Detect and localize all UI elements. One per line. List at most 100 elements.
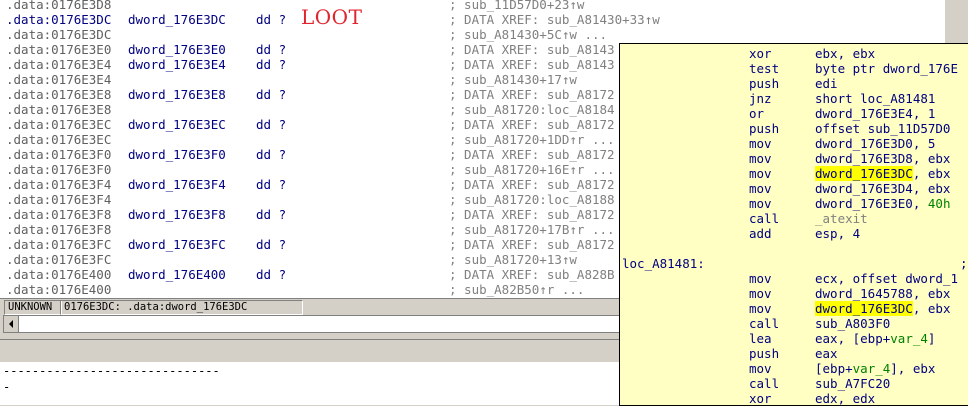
row-directive: dd ? [256, 12, 287, 27]
row-xref-comment[interactable]: ; sub_A81430+17↑w [449, 72, 577, 87]
row-address: .data:0176E3FC [6, 237, 112, 252]
row-label[interactable]: dword_176E3FC [128, 237, 226, 252]
row-label[interactable]: dword_176E3E8 [128, 87, 226, 102]
popup-operand: esp, 4 [815, 226, 860, 241]
operand-variable: var_4 [852, 361, 891, 376]
popup-line: mov [ebp+var_4], ebx [620, 361, 968, 376]
row-label[interactable]: dword_176E3DC [128, 12, 226, 27]
row-xref-comment[interactable]: ; sub_A81720+16E↑r ... [449, 162, 615, 177]
popup-mnemonic: mov [749, 181, 772, 196]
listing-row[interactable]: .data:0176E3DC dword_176E3DC dd ? ; DATA XR… [0, 12, 944, 27]
operand-text: eax [815, 346, 838, 361]
popup-line: mov dword_176E3D0, 5 [620, 136, 968, 151]
popup-line: call sub_A803F0 [620, 316, 968, 331]
popup-line: test byte ptr dword_176E [620, 61, 968, 76]
row-xref-comment[interactable]: ; sub_A81720+1DD↑r ... [449, 132, 615, 147]
row-xref-comment[interactable]: ; DATA XREF: sub_A8172 [449, 207, 615, 222]
popup-mnemonic: mov [749, 361, 772, 376]
operand-text: ebx, ebx [815, 46, 876, 61]
popup-operand: dword_176E3D0, 5 [815, 136, 935, 151]
row-xref-comment[interactable]: ; sub_A81430+5C↑w ... [449, 27, 607, 42]
operand-text: edi [815, 76, 838, 91]
popup-operand: dword_176E3DC, ebx [815, 166, 950, 181]
row-address: .data:0176E3F8 [6, 207, 112, 222]
operand-text: dword_1645788, ebx [815, 286, 951, 301]
row-xref-comment[interactable]: ; DATA XREF: sub_A81430+33↑w [449, 12, 660, 27]
row-label[interactable]: dword_176E3F4 [128, 177, 226, 192]
popup-operand: eax, [ebp+var_4] [815, 331, 935, 346]
popup-line: push edi [620, 76, 968, 91]
row-xref-comment[interactable]: ; DATA XREF: sub_A8172 [449, 147, 615, 162]
row-label[interactable]: dword_176E3EC [128, 117, 226, 132]
popup-mnemonic: test [749, 61, 780, 76]
popup-comment: ; C [960, 256, 968, 271]
popup-line: push eax [620, 346, 968, 361]
popup-operand: dword_176E3D8, ebx [815, 151, 950, 166]
row-xref-comment[interactable]: ; sub_11D57D0+23↑w [449, 0, 584, 12]
popup-operand: dword_1645788, ebx [815, 286, 950, 301]
row-address: .data:0176E3E8 [6, 87, 112, 102]
popup-mnemonic: call [749, 316, 780, 331]
popup-line: or dword_176E3E4, 1 [620, 106, 968, 121]
listing-row[interactable]: .data:0176E3D8 ; sub_11D57D0+23↑w [0, 0, 944, 12]
popup-operand: edi [815, 76, 838, 91]
row-address: .data:0176E3E4 [6, 72, 112, 87]
operand-text: eax, [ebp+ [815, 331, 891, 346]
popup-operand: short loc_A81481 [815, 91, 935, 106]
operand-text: short loc_A81481 [815, 91, 936, 106]
row-xref-comment[interactable]: ; sub_A82B50↑r ... [449, 282, 584, 297]
row-label[interactable]: dword_176E3E0 [128, 42, 226, 57]
row-address: .data:0176E3E4 [6, 57, 112, 72]
scroll-left-button[interactable] [4, 316, 19, 332]
row-address: .data:0176E3F0 [6, 162, 112, 177]
popup-mnemonic: mov [749, 196, 772, 211]
row-directive: dd ? [256, 177, 287, 192]
disassembly-hint-popup: xor ebx, ebx test byte ptr dword_176E push ed… [619, 43, 968, 406]
row-xref-comment[interactable]: ; DATA XREF: sub_A8172 [449, 87, 615, 102]
operand-highlight: dword_176E3DC [815, 166, 913, 181]
row-xref-comment[interactable]: ; sub_A81720:loc_A8188 [449, 192, 615, 207]
operand-text: ecx, offset dword_1 [815, 271, 958, 286]
operand-text: , ebx [912, 166, 951, 181]
operand-text: sub_A7FC20 [815, 376, 891, 391]
popup-line [620, 241, 968, 256]
row-label[interactable]: dword_176E3F0 [128, 147, 226, 162]
popup-operand: dword_176E3D4, ebx [815, 181, 950, 196]
operand-text: , ebx [912, 301, 951, 316]
listing-row[interactable]: .data:0176E3DC ; sub_A81430+5C↑w ... [0, 27, 944, 42]
row-address: .data:0176E400 [6, 267, 112, 282]
status-mode: UNKNOWN [4, 300, 62, 315]
row-xref-comment[interactable]: ; DATA XREF: sub_A8172 [449, 237, 615, 252]
output-line: - [3, 380, 11, 394]
popup-mnemonic: mov [749, 136, 772, 151]
row-directive: dd ? [256, 42, 287, 57]
row-xref-comment[interactable]: ; DATA XREF: sub_A8172 [449, 177, 615, 192]
row-directive: dd ? [256, 57, 287, 72]
row-address: .data:0176E3EC [6, 117, 112, 132]
row-xref-comment[interactable]: ; DATA XREF: sub_A8143 [449, 57, 615, 72]
popup-mnemonic: mov [749, 286, 772, 301]
row-label[interactable]: dword_176E400 [128, 267, 226, 282]
row-address: .data:0176E3F4 [6, 177, 112, 192]
row-address: .data:0176E400 [6, 282, 112, 297]
operand-text: dword_176E3D4, ebx [815, 181, 951, 196]
row-xref-comment[interactable]: ; sub_A81720:loc_A8184 [449, 102, 615, 117]
popup-operand: _atexit [815, 211, 868, 226]
row-address: .data:0176E3EC [6, 132, 112, 147]
row-label[interactable]: dword_176E3E4 [128, 57, 226, 72]
row-address: .data:0176E3D8 [6, 0, 112, 12]
operand-text: dword_176E3D0, 5 [815, 136, 936, 151]
row-xref-comment[interactable]: ; sub_A81720+17B↑r ... [449, 222, 615, 237]
popup-line: call _atexit [620, 211, 968, 226]
row-xref-comment[interactable]: ; DATA XREF: sub_A8143 [449, 42, 615, 57]
row-label[interactable]: dword_176E3F8 [128, 207, 226, 222]
popup-operand: dword_176E3E4, 1 [815, 106, 935, 121]
popup-mnemonic: or [749, 106, 765, 121]
row-xref-comment[interactable]: ; DATA XREF: sub_A828B [449, 267, 615, 282]
popup-line: push offset sub_11D57D0 [620, 121, 968, 136]
popup-mnemonic: mov [749, 151, 772, 166]
row-xref-comment[interactable]: ; sub_A81720+13↑w [449, 252, 577, 267]
popup-line: mov dword_176E3D4, ebx [620, 181, 968, 196]
popup-line: mov dword_176E3E0, 40h [620, 196, 968, 211]
row-xref-comment[interactable]: ; DATA XREF: sub_A8172 [449, 117, 615, 132]
